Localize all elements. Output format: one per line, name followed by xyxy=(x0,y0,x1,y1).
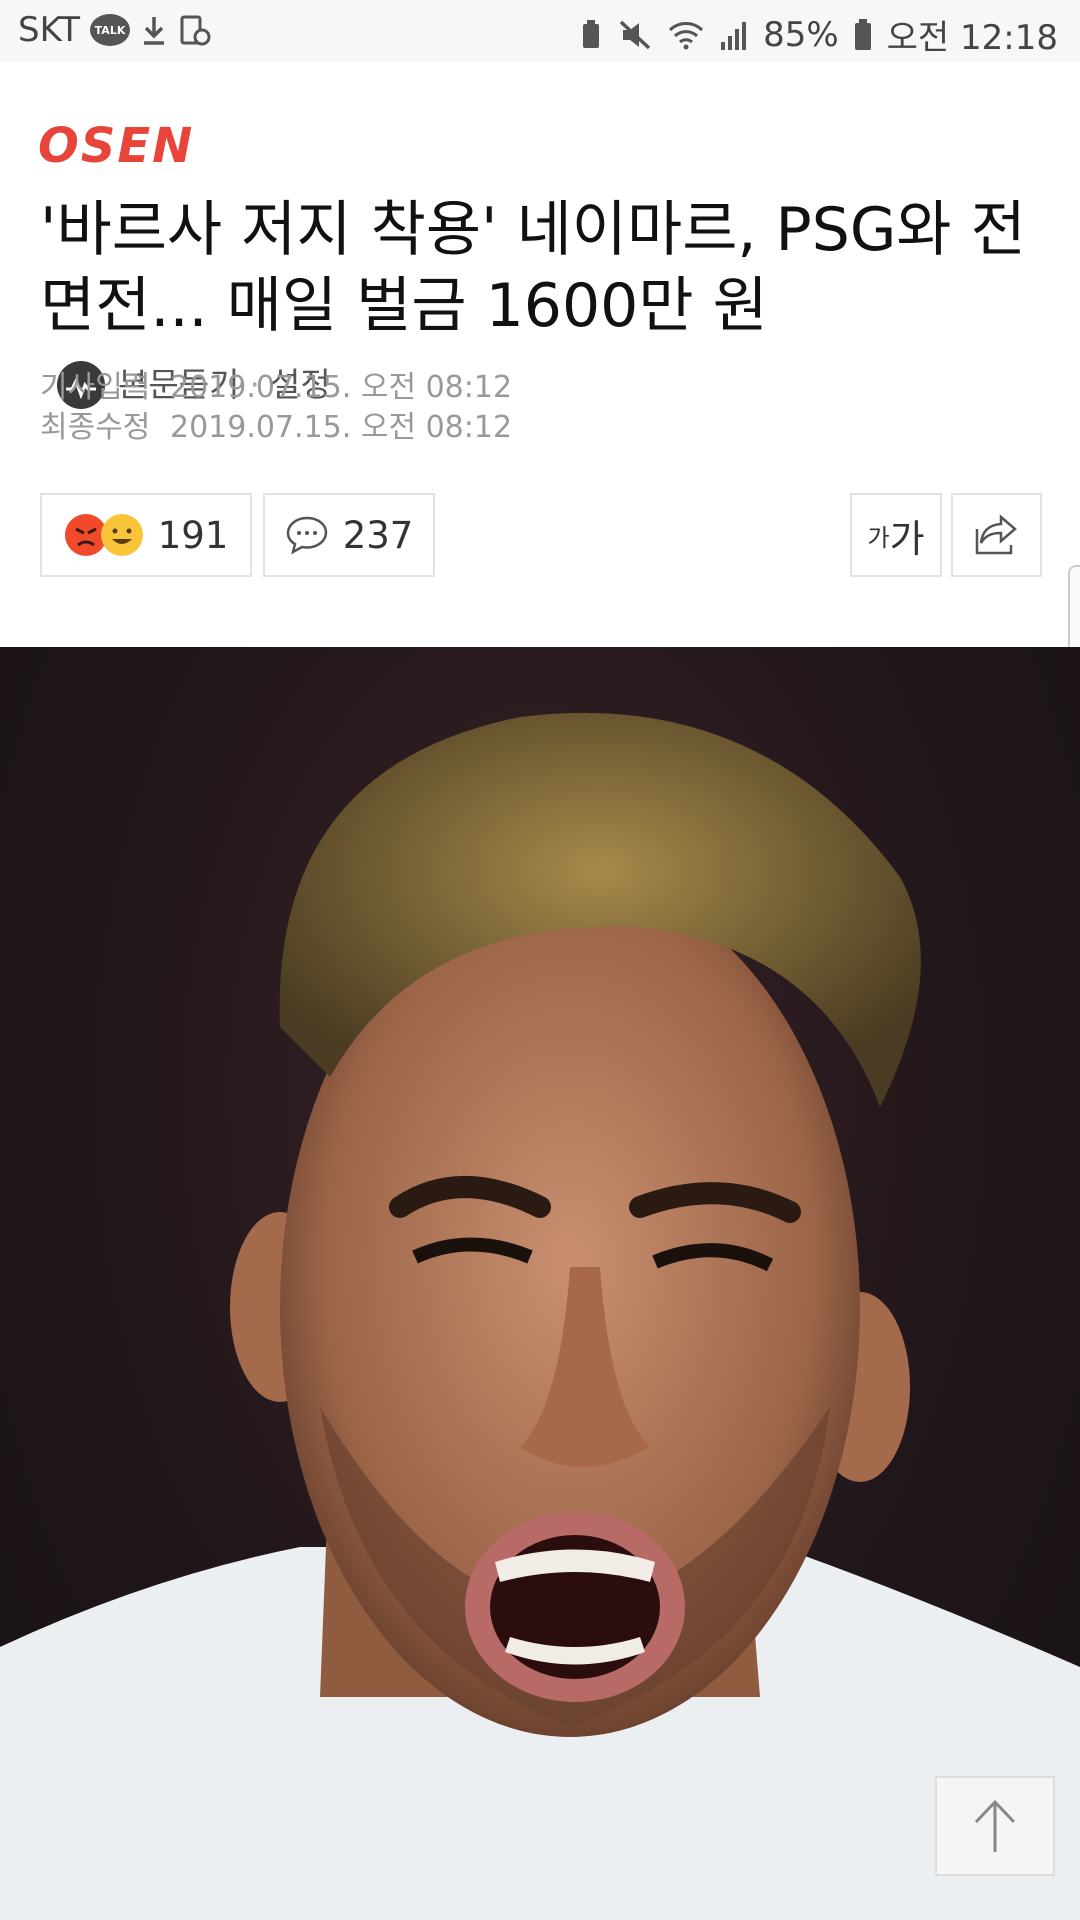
reaction-count: 191 xyxy=(157,513,229,557)
smile-emoji-icon xyxy=(100,514,143,556)
screen-record-icon xyxy=(178,13,212,47)
published-row: 기사입력 2019.07.15. 오전 08:12 xyxy=(40,368,512,408)
font-size-small-label: 가 xyxy=(867,523,890,552)
arrow-up-icon xyxy=(974,1799,1016,1852)
status-bar: SKT TALK 85% 오전 12:18 xyxy=(0,0,1080,62)
wifi-icon xyxy=(667,18,705,52)
comment-count: 237 xyxy=(342,513,414,557)
battery-percent: 85% xyxy=(763,14,839,55)
published-key: 기사입력 xyxy=(40,370,151,405)
back-to-top-button[interactable] xyxy=(935,1776,1055,1876)
published-value: 2019.07.15. 오전 08:12 xyxy=(170,370,513,405)
article-title-text: '바르사 저지 착용' 네이마르, PSG와 전면전... 매일 벌금 1600… xyxy=(40,195,1026,341)
modified-row: 최종수정 2019.07.15. 오전 08:12 xyxy=(40,408,512,448)
modified-value: 2019.07.15. 오전 08:12 xyxy=(170,410,513,445)
download-icon xyxy=(140,13,168,47)
article-meta: 기사입력 2019.07.15. 오전 08:12 최종수정 2019.07.15.… xyxy=(40,368,512,448)
reaction-button[interactable]: 191 xyxy=(40,493,252,577)
mute-icon xyxy=(617,18,653,52)
share-button[interactable] xyxy=(951,493,1042,577)
battery-icon xyxy=(853,18,873,52)
comment-icon xyxy=(286,516,327,555)
modified-key: 최종수정 xyxy=(40,410,151,445)
status-right: 85% 오전 12:18 xyxy=(579,10,1058,59)
osen-logo[interactable]: OSEN xyxy=(38,118,194,174)
article-photo xyxy=(0,647,1080,1920)
reaction-emojis xyxy=(64,513,144,557)
battery-saver-icon xyxy=(579,18,603,52)
clock: 오전 12:18 xyxy=(886,18,1058,58)
comment-button[interactable]: 237 xyxy=(263,493,435,577)
share-icon xyxy=(975,514,1017,555)
carrier-label: SKT xyxy=(18,10,81,50)
signal-icon xyxy=(719,18,749,52)
kakaotalk-icon: TALK xyxy=(90,14,131,46)
player-photo-illustration xyxy=(0,712,1080,1920)
font-size-button[interactable]: 가가 xyxy=(850,493,942,577)
status-left: SKT TALK xyxy=(18,10,212,50)
font-size-large-label: 가 xyxy=(889,516,925,561)
